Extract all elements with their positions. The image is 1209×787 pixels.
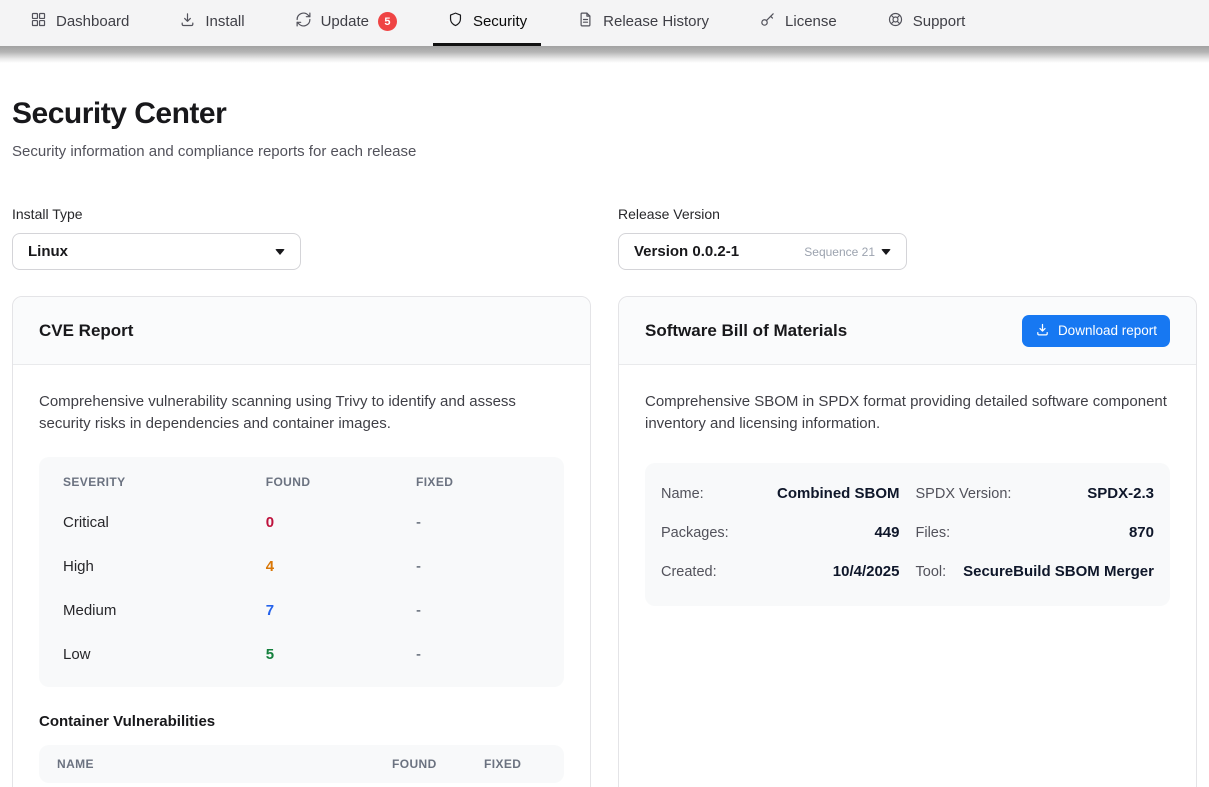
sbom-card-body: Comprehensive SBOM in SPDX format provid… bbox=[619, 365, 1196, 632]
release-version-label: Release Version bbox=[618, 206, 1197, 222]
sbom-info-tool: Tool: SecureBuild SBOM Merger bbox=[916, 563, 1155, 580]
shield-icon bbox=[447, 11, 464, 32]
release-version-filter: Release Version Version 0.0.2-1 Sequence… bbox=[618, 206, 1197, 270]
info-label: Name: bbox=[661, 486, 704, 502]
cve-card-title: CVE Report bbox=[39, 321, 133, 341]
table-row-high: High 4 - bbox=[39, 545, 564, 589]
info-value: 10/4/2025 bbox=[833, 563, 900, 580]
sbom-info-packages: Packages: 449 bbox=[661, 524, 900, 541]
found-col-header: FOUND bbox=[266, 475, 416, 489]
sbom-card: Software Bill of Materials Download repo… bbox=[618, 296, 1197, 787]
top-navigation: Dashboard Install Update 5 Security Rele… bbox=[0, 0, 1209, 46]
nav-item-update[interactable]: Update 5 bbox=[281, 0, 411, 46]
nav-label: Dashboard bbox=[56, 13, 129, 30]
download-report-button[interactable]: Download report bbox=[1022, 315, 1170, 347]
severity-label: Critical bbox=[63, 514, 266, 531]
found-col-header: FOUND bbox=[392, 757, 484, 771]
info-label: SPDX Version: bbox=[916, 486, 1012, 502]
install-type-filter: Install Type Linux bbox=[12, 206, 591, 270]
install-type-select[interactable]: Linux bbox=[12, 233, 301, 270]
nav-label: Support bbox=[913, 13, 966, 30]
release-sequence-meta: Sequence 21 bbox=[804, 245, 875, 259]
table-row-medium: Medium 7 - bbox=[39, 589, 564, 633]
page-subtitle: Security information and compliance repo… bbox=[12, 143, 1197, 160]
chevron-down-icon bbox=[881, 249, 891, 255]
lifebuoy-icon bbox=[887, 11, 904, 32]
nav-label: Install bbox=[205, 13, 244, 30]
found-value: 7 bbox=[266, 602, 416, 619]
download-icon bbox=[179, 11, 196, 32]
severity-table: SEVERITY FOUND FIXED Critical 0 - High 4… bbox=[39, 457, 564, 687]
container-vulnerabilities-heading: Container Vulnerabilities bbox=[39, 713, 564, 730]
sbom-card-header: Software Bill of Materials Download repo… bbox=[619, 297, 1196, 365]
refresh-icon bbox=[295, 11, 312, 32]
sbom-info-created: Created: 10/4/2025 bbox=[661, 563, 900, 580]
severity-table-header: SEVERITY FOUND FIXED bbox=[39, 463, 564, 501]
nav-item-install[interactable]: Install bbox=[165, 0, 258, 46]
update-count-badge: 5 bbox=[378, 12, 397, 31]
release-version-value: Version 0.0.2-1 bbox=[634, 243, 739, 260]
severity-col-header: SEVERITY bbox=[63, 475, 266, 489]
info-label: Packages: bbox=[661, 525, 729, 541]
fixed-value: - bbox=[416, 514, 540, 531]
container-vulnerabilities-table-header: NAME FOUND FIXED bbox=[39, 745, 564, 783]
nav-item-license[interactable]: License bbox=[745, 0, 851, 46]
nav-item-dashboard[interactable]: Dashboard bbox=[16, 0, 143, 46]
nav-label: Security bbox=[473, 13, 527, 30]
found-value: 0 bbox=[266, 514, 416, 531]
name-col-header: NAME bbox=[57, 757, 392, 771]
download-icon bbox=[1035, 322, 1050, 340]
severity-label: Low bbox=[63, 646, 266, 663]
install-type-label: Install Type bbox=[12, 206, 591, 222]
info-value: SPDX-2.3 bbox=[1087, 485, 1154, 502]
nav-scroll-shadow bbox=[0, 46, 1209, 63]
sbom-info-files: Files: 870 bbox=[916, 524, 1155, 541]
nav-label: Update bbox=[321, 13, 369, 30]
filters-row: Install Type Linux Release Version Versi… bbox=[12, 206, 1197, 270]
file-text-icon bbox=[577, 11, 594, 32]
fixed-col-header: FIXED bbox=[484, 757, 546, 771]
fixed-value: - bbox=[416, 558, 540, 575]
sbom-info-spdx-version: SPDX Version: SPDX-2.3 bbox=[916, 485, 1155, 502]
sbom-info-grid: Name: Combined SBOM SPDX Version: SPDX-2… bbox=[645, 463, 1170, 606]
fixed-col-header: FIXED bbox=[416, 475, 540, 489]
info-value: SecureBuild SBOM Merger bbox=[963, 563, 1154, 580]
cve-report-card: CVE Report Comprehensive vulnerability s… bbox=[12, 296, 591, 787]
nav-item-security[interactable]: Security bbox=[433, 0, 541, 46]
found-value: 4 bbox=[266, 558, 416, 575]
info-value: 449 bbox=[874, 524, 899, 541]
info-label: Created: bbox=[661, 564, 717, 580]
install-type-value: Linux bbox=[28, 243, 68, 260]
cve-card-header: CVE Report bbox=[13, 297, 590, 365]
nav-label: License bbox=[785, 13, 837, 30]
found-value: 5 bbox=[266, 646, 416, 663]
nav-item-support[interactable]: Support bbox=[873, 0, 980, 46]
sbom-description: Comprehensive SBOM in SPDX format provid… bbox=[645, 391, 1170, 435]
cve-description: Comprehensive vulnerability scanning usi… bbox=[39, 391, 564, 435]
info-label: Files: bbox=[916, 525, 951, 541]
nav-item-release-history[interactable]: Release History bbox=[563, 0, 723, 46]
info-value: 870 bbox=[1129, 524, 1154, 541]
download-report-label: Download report bbox=[1058, 323, 1157, 338]
main-content: Security Center Security information and… bbox=[0, 97, 1209, 787]
info-label: Tool: bbox=[916, 564, 947, 580]
sbom-card-title: Software Bill of Materials bbox=[645, 321, 847, 341]
table-row-critical: Critical 0 - bbox=[39, 501, 564, 545]
sbom-info-name: Name: Combined SBOM bbox=[661, 485, 900, 502]
grid-icon bbox=[30, 11, 47, 32]
severity-label: Medium bbox=[63, 602, 266, 619]
info-value: Combined SBOM bbox=[777, 485, 900, 502]
fixed-value: - bbox=[416, 602, 540, 619]
nav-label: Release History bbox=[603, 13, 709, 30]
page-title: Security Center bbox=[12, 97, 1197, 131]
key-icon bbox=[759, 11, 776, 32]
cards-row: CVE Report Comprehensive vulnerability s… bbox=[12, 296, 1197, 787]
release-version-select[interactable]: Version 0.0.2-1 Sequence 21 bbox=[618, 233, 907, 270]
table-row-low: Low 5 - bbox=[39, 633, 564, 677]
severity-label: High bbox=[63, 558, 266, 575]
cve-card-body: Comprehensive vulnerability scanning usi… bbox=[13, 365, 590, 787]
fixed-value: - bbox=[416, 646, 540, 663]
chevron-down-icon bbox=[275, 249, 285, 255]
